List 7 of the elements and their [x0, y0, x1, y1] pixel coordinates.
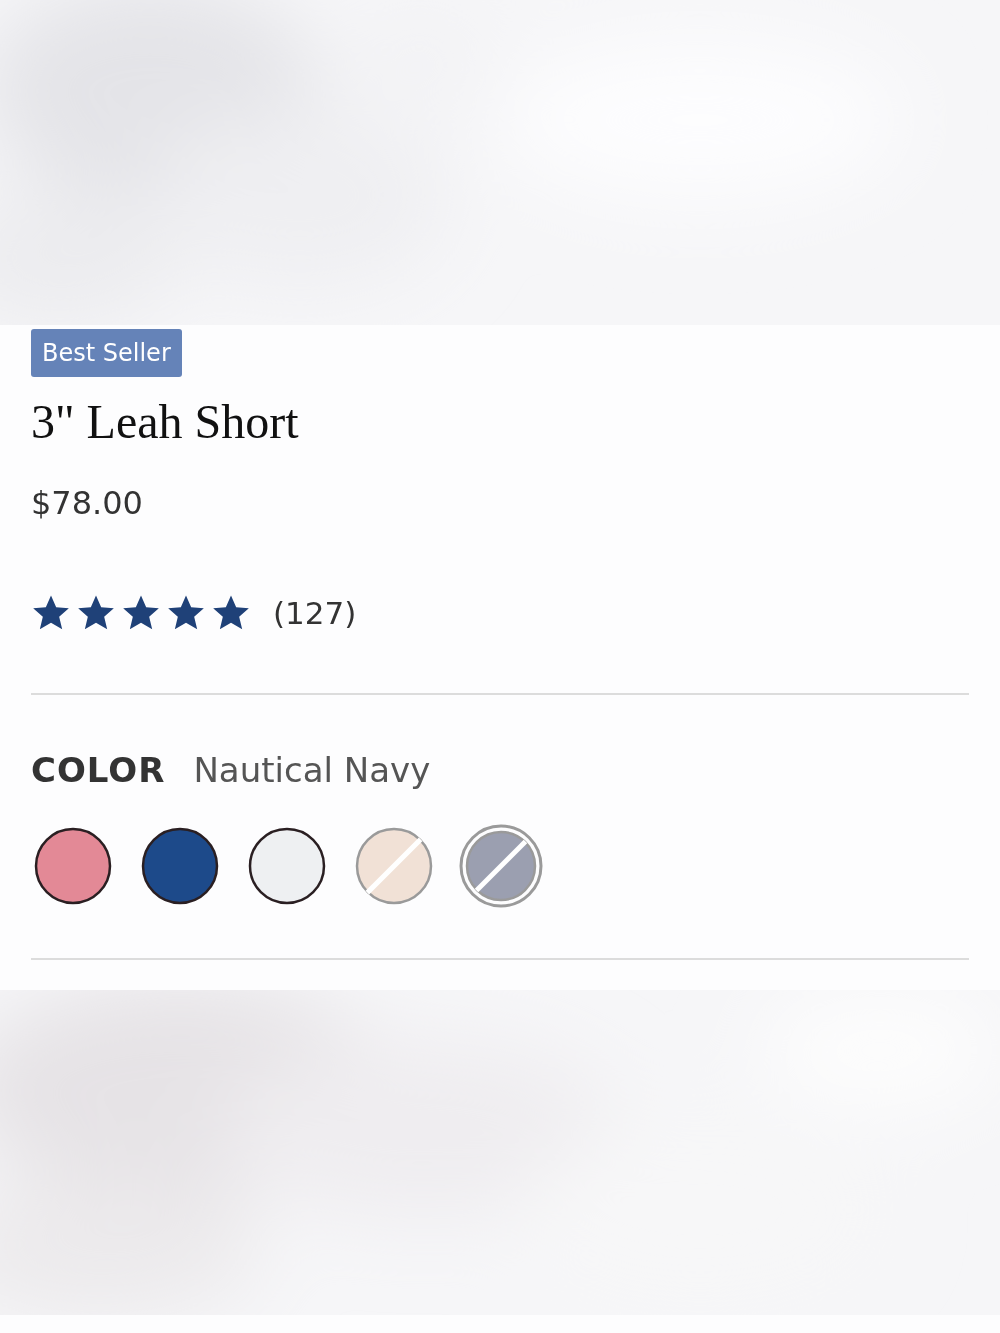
color-swatch[interactable] [459, 824, 543, 908]
product-title: 3" Leah Short [31, 394, 300, 450]
review-count[interactable]: (127) [273, 595, 357, 631]
best-seller-badge: Best Seller [31, 329, 182, 377]
product-price: $78.00 [31, 483, 144, 523]
color-label: COLOR [31, 750, 166, 790]
selected-color-name: Nautical Navy [193, 750, 431, 790]
